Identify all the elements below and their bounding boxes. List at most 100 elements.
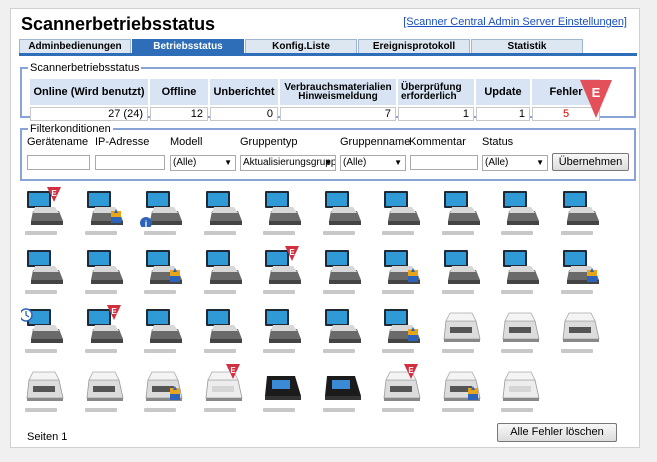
device-name-placeholder (560, 290, 593, 294)
device-tile[interactable] (21, 364, 69, 418)
device-tile[interactable] (438, 187, 486, 241)
device-tile[interactable] (259, 305, 307, 359)
server-settings-link[interactable]: [Scanner Central Admin Server Einstellun… (403, 16, 627, 28)
device-tile[interactable] (259, 364, 307, 418)
device-tile[interactable] (378, 246, 426, 300)
monitor-scanner-icon (503, 191, 539, 225)
monitor-scanner-info-icon: i (140, 191, 182, 229)
device-tile[interactable] (557, 187, 605, 241)
device-name-placeholder (382, 408, 414, 412)
scanner-icon (443, 312, 480, 342)
apply-button[interactable]: Übernehmen (552, 153, 629, 171)
tab-konfig-liste[interactable]: Konfig.Liste (245, 39, 357, 53)
monitor-scanner-icon (205, 309, 242, 343)
device-tile[interactable] (378, 187, 426, 241)
value-unberichtet[interactable]: 0 (210, 107, 278, 121)
device-tile[interactable] (319, 305, 367, 359)
scanner-error-icon: E (205, 364, 242, 401)
device-name-placeholder (382, 349, 414, 353)
device-tile[interactable] (200, 246, 248, 300)
device-tile[interactable] (497, 187, 545, 241)
group-type-select[interactable]: Aktualisierungsgruppe ▼ (240, 155, 336, 171)
device-tile[interactable] (319, 187, 367, 241)
group-name-select[interactable]: (Alle) ▼ (340, 155, 406, 171)
device-tile[interactable] (200, 187, 248, 241)
device-name-placeholder (501, 231, 533, 235)
device-tile[interactable] (21, 246, 69, 300)
monitor-scanner-icon (205, 191, 242, 225)
status-select-value: (Alle) (485, 157, 509, 168)
device-name-placeholder (263, 408, 295, 412)
ip-address-input[interactable] (95, 155, 165, 170)
comment-input[interactable] (410, 155, 478, 170)
monitor-scanner-error-icon: E (27, 187, 63, 225)
device-tile[interactable] (438, 305, 486, 359)
device-name-input[interactable] (27, 155, 90, 170)
device-tile[interactable]: E (81, 305, 129, 359)
device-tile[interactable] (497, 305, 545, 359)
tab-statistik[interactable]: Statistik (471, 39, 583, 53)
device-tile[interactable]: E (200, 364, 248, 418)
device-name-placeholder (144, 408, 176, 412)
value-offline[interactable]: 12 (150, 107, 208, 121)
filter-box: Filterkonditionen Gerätename IP-Adresse … (20, 123, 636, 181)
device-tile[interactable] (497, 246, 545, 300)
device-tile[interactable] (200, 305, 248, 359)
device-tile[interactable] (319, 364, 367, 418)
scanner-icon (502, 312, 540, 342)
device-tile[interactable] (557, 246, 605, 300)
model-select[interactable]: (Alle) ▼ (170, 155, 236, 171)
monitor-scanner-update-icon (562, 250, 599, 284)
status-table: Online (Wird benutzt) Offline Unberichte… (28, 77, 602, 123)
tab-adminbedienungen[interactable]: Adminbedienungen (19, 39, 131, 53)
monitor-scanner-icon (324, 309, 361, 343)
device-tile[interactable] (557, 305, 605, 359)
monitor-scanner-clock-icon (19, 308, 63, 343)
device-name-placeholder (441, 290, 474, 294)
monitor-scanner-icon (265, 309, 301, 343)
status-legend: Scannerbetriebsstatus (30, 62, 140, 74)
device-tile[interactable] (378, 305, 426, 359)
label-ip: IP-Adresse (95, 136, 150, 148)
tab-ereignisprotokoll[interactable]: Ereignisprotokoll (358, 39, 470, 53)
status-select[interactable]: (Alle) ▼ (482, 155, 548, 171)
device-name-placeholder (25, 408, 57, 412)
device-name-placeholder (501, 408, 533, 412)
device-tile[interactable] (140, 246, 188, 300)
device-tile[interactable] (81, 187, 129, 241)
device-tile[interactable]: E (21, 187, 69, 241)
value-ueberpruefung[interactable]: 1 (398, 107, 474, 121)
device-tile[interactable] (19, 305, 69, 359)
device-tile[interactable] (140, 364, 188, 418)
monitor-scanner-icon (324, 250, 361, 284)
device-tile[interactable] (438, 246, 486, 300)
device-name-placeholder (441, 408, 474, 412)
label-comment: Kommentar (409, 136, 466, 148)
device-tile[interactable] (497, 364, 545, 418)
value-verbrauchsmaterialien[interactable]: 7 (280, 107, 396, 121)
monitor-scanner-update-icon (86, 191, 123, 225)
tab-betriebsstatus[interactable]: Betriebsstatus (132, 39, 244, 53)
device-name-placeholder (25, 349, 57, 353)
device-tile[interactable] (438, 364, 486, 418)
device-tile[interactable] (259, 187, 307, 241)
header-offline: Offline (150, 79, 208, 105)
device-tile[interactable]: i (140, 187, 188, 241)
device-name-placeholder (203, 290, 236, 294)
device-tile[interactable]: E (259, 246, 307, 300)
value-update[interactable]: 1 (476, 107, 530, 121)
device-name-placeholder (263, 349, 295, 353)
device-tile[interactable]: E (378, 364, 426, 418)
device-tile[interactable] (140, 305, 188, 359)
monitor-scanner-update-icon (384, 309, 420, 343)
device-name-placeholder (84, 349, 117, 353)
device-tile[interactable] (81, 246, 129, 300)
clear-all-errors-button[interactable]: Alle Fehler löschen (497, 423, 617, 442)
device-name-placeholder (441, 231, 474, 235)
value-online[interactable]: 27 (24) (30, 107, 148, 121)
device-name-placeholder (322, 349, 355, 353)
device-tile[interactable] (319, 246, 367, 300)
device-tile[interactable] (81, 364, 129, 418)
header-ueberpruefung: Überprüfung erforderlich (398, 79, 474, 105)
svg-text:E: E (230, 366, 236, 375)
